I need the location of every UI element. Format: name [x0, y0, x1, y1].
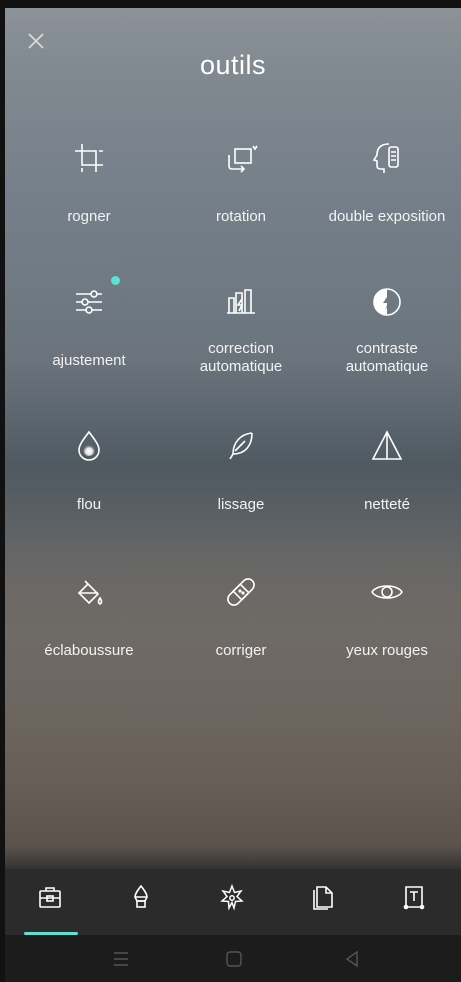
sharpen-triangle-icon: [371, 430, 403, 460]
tool-label: lissage: [217, 496, 265, 513]
tool-label: contraste automatique: [345, 340, 429, 375]
tools-screen: outils rogner rotation double exposition: [5, 8, 461, 982]
double-exposure-icon: [372, 143, 399, 173]
tool-label: netteté: [364, 496, 410, 513]
tool-corriger[interactable]: corriger: [165, 572, 317, 660]
home-icon[interactable]: [223, 948, 245, 970]
stickers-page-icon: [313, 886, 333, 910]
tool-double-exposition[interactable]: double exposition: [311, 138, 461, 226]
bottom-tab-bar: [5, 869, 461, 935]
rotate-icon: [228, 145, 258, 173]
text-tool-icon: [403, 886, 425, 910]
tool-label: correction automatique: [199, 340, 283, 375]
tool-flou[interactable]: flou: [13, 426, 165, 514]
tool-label: double exposition: [328, 208, 446, 225]
tool-label: ajustement: [52, 352, 126, 369]
tool-label: corriger: [215, 642, 267, 659]
tool-rotation[interactable]: rotation: [165, 138, 317, 226]
brush-icon: [134, 884, 148, 908]
eye-icon: [371, 585, 403, 599]
feather-icon: [229, 432, 253, 460]
sliders-icon: [76, 290, 102, 314]
tool-label: rogner: [67, 208, 111, 225]
toolbox-icon: [39, 887, 61, 908]
tool-label: flou: [76, 496, 102, 513]
tool-correction-automatique[interactable]: correction automatique: [165, 282, 317, 376]
tool-ajustement[interactable]: ajustement: [13, 276, 165, 370]
tool-nettete[interactable]: netteté: [311, 426, 461, 514]
tool-label: éclaboussure: [44, 642, 134, 659]
tab-stickers[interactable]: [278, 869, 369, 935]
tab-text[interactable]: [369, 869, 460, 935]
tool-contraste-automatique[interactable]: contraste automatique: [311, 282, 461, 376]
tab-brush[interactable]: [96, 869, 187, 935]
tool-eclaboussure[interactable]: éclaboussure: [13, 572, 165, 660]
new-badge-dot: [111, 276, 120, 285]
back-icon[interactable]: [341, 948, 363, 970]
crop-icon: [75, 144, 103, 172]
auto-contrast-icon: [373, 288, 401, 316]
tool-rogner[interactable]: rogner: [13, 138, 165, 226]
tool-label: yeux rouges: [346, 642, 428, 659]
blur-drop-icon: [78, 430, 100, 461]
tab-tools[interactable]: [5, 869, 96, 935]
auto-fix-icon: [227, 289, 255, 314]
menu-icon[interactable]: [110, 948, 132, 970]
tool-yeux-rouges[interactable]: yeux rouges: [311, 572, 461, 660]
bandage-icon: [227, 578, 255, 606]
close-icon[interactable]: [25, 30, 47, 52]
tool-label: rotation: [215, 208, 267, 225]
page-title: outils: [199, 50, 267, 80]
effects-star-icon: [220, 883, 244, 911]
paint-bucket-icon: [77, 580, 103, 605]
system-nav-bar: [5, 935, 461, 982]
tool-lissage[interactable]: lissage: [165, 426, 317, 514]
tab-effects[interactable]: [187, 869, 278, 935]
